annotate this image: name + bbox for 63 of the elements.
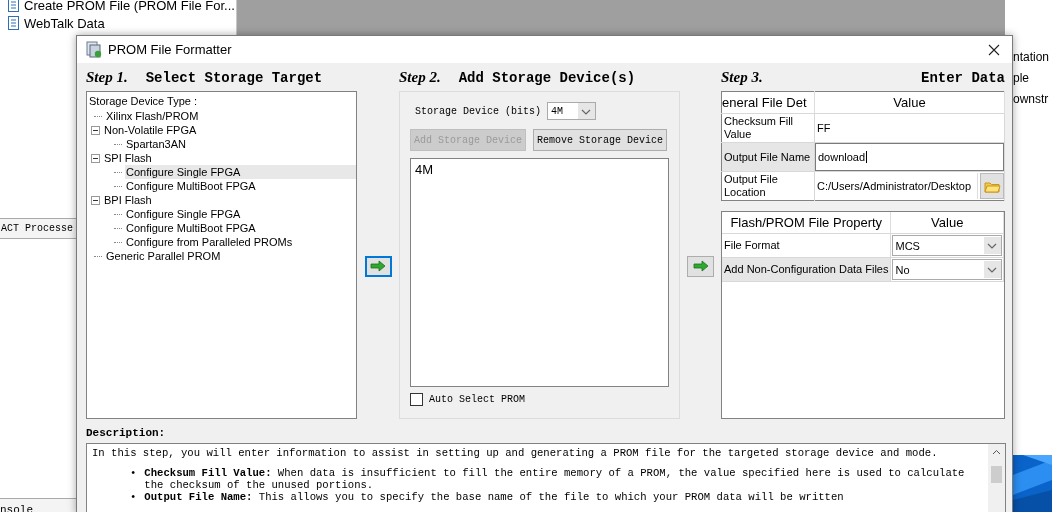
tree-item[interactable]: Spartan3AN [125,137,356,151]
tree-item[interactable]: Configure Single FPGA [125,165,356,179]
step-number: Step 3. [721,69,763,86]
checkbox-label: Auto Select PROM [429,394,525,405]
step-title: Add Storage Device(s) [458,70,636,86]
row-label: Output File Name [721,142,815,172]
close-icon [988,43,1000,56]
tree-item[interactable]: Non-Volatile FPGA [103,123,356,137]
tree-item[interactable]: Xilinx Flash/PROM [105,109,356,123]
row-label: Output File Location [721,171,815,201]
tree-item[interactable]: BPI Flash [103,193,356,207]
column-header: Value [891,212,1004,234]
scrollbar[interactable] [988,444,1005,512]
column-header: eneral File Det [721,91,815,114]
bullet: • [130,491,137,503]
storage-button[interactable]: Remove Storage Device [533,129,668,151]
input-field[interactable]: download [815,143,1004,171]
collapse-icon[interactable] [91,195,100,205]
tree-item[interactable]: Configure from Paralleled PROMs [125,235,356,249]
document-icon [6,15,20,31]
description-item: Checksum Fill Value: When data is insufficient to fill the entire memory of a PROM, the value specified here is used to calculate the checksum of the unused portions. [144,467,966,491]
tree-item[interactable]: Create PROM File (PROM File For... [24,0,235,13]
table-cell: C:/Users/Administrator/Desktop [815,173,978,199]
collapse-icon[interactable] [91,125,100,135]
panel-text: ple [1013,71,1029,85]
list-item[interactable]: 4M [415,162,664,177]
arrow-icon [691,259,710,273]
panel-text: ntation [1013,50,1050,64]
step-number: Step 1. [86,69,128,86]
collapse-icon[interactable] [91,153,100,163]
value-dropdown[interactable]: No [892,259,1002,280]
size-dropdown[interactable]: 4M [547,102,597,120]
table-cell-text: FF [816,122,831,134]
tree-caption: Storage Device Type : [89,95,199,107]
tree-item[interactable]: Configure MultiBoot FPGA [125,221,356,235]
column-header: Value [814,91,1005,114]
tree-item[interactable]: Configure Single FPGA [125,207,356,221]
description-item: Output File Name: This allows you to specify the base name of the file to which your PROM data will be written [144,491,845,503]
arrow-button[interactable] [687,255,714,277]
app-icon [85,41,102,58]
arrow-button[interactable] [364,255,392,277]
row-label: Add Non-Configuration Data Files [722,257,891,282]
step-number: Step 2. [399,69,441,86]
window-title: PROM File Formatter [108,42,233,57]
arrow-icon [369,259,387,273]
step-title: Select Storage Target [145,70,323,86]
step-title: Enter Data [921,70,1005,86]
panel-text: ownstr [1013,92,1049,106]
folder-icon [983,179,1001,193]
description-text: In this step, you will enter information to assist in setting up and generating a PROM file for the targeted storage device and mode. [92,447,939,459]
value-dropdown[interactable]: MCS [892,235,1002,256]
checkbox[interactable] [410,393,423,406]
caret-icon [984,261,1001,278]
tree-item[interactable]: SPI Flash [103,151,356,165]
caret-icon [984,237,1001,254]
field-label: Storage Device (bits) [415,105,542,117]
tree-item[interactable]: Generic Parallel PROM [105,249,356,263]
column-header: Flash/PROM File Property [722,212,891,234]
section-label: Description: [86,427,167,439]
tree-item[interactable]: WebTalk Data [24,15,105,31]
tree-item[interactable]: Configure MultiBoot FPGA [125,179,356,193]
bullet: • [130,467,137,481]
caret-icon [578,103,596,119]
